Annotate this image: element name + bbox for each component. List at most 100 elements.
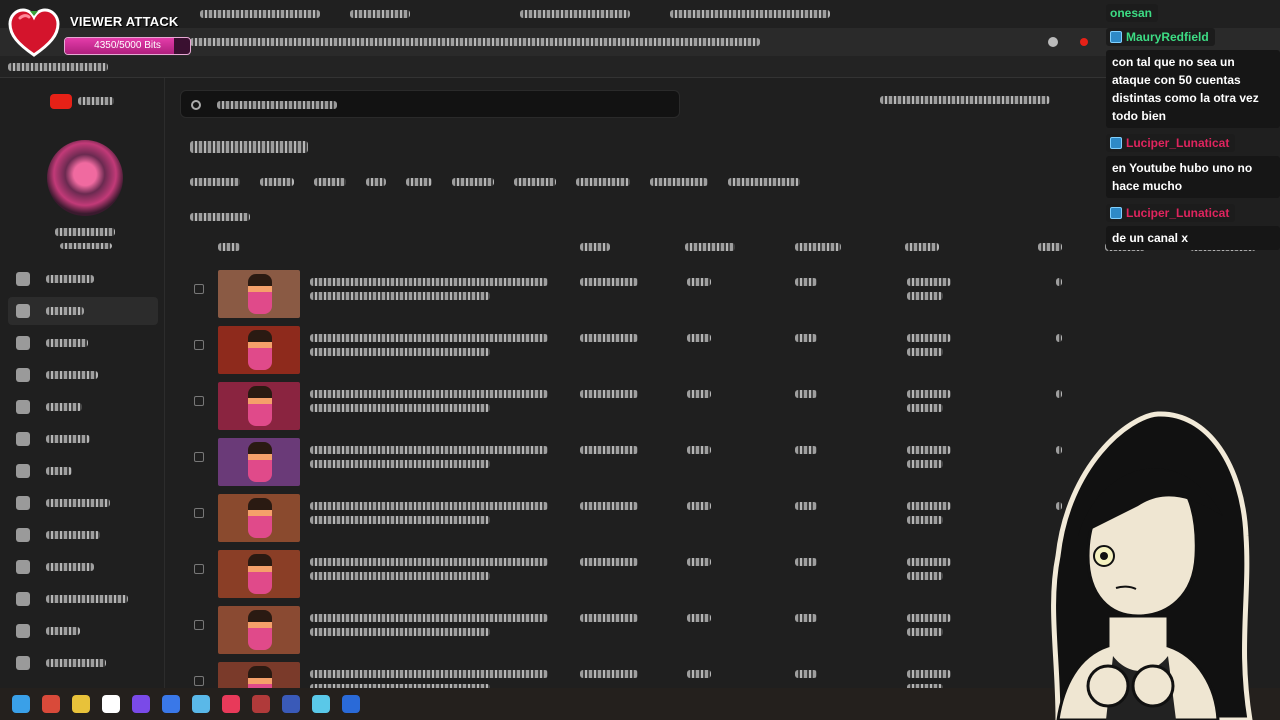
row-cell bbox=[310, 614, 548, 622]
sidebar-item[interactable] bbox=[8, 585, 158, 613]
taskbar-app-icon[interactable] bbox=[162, 695, 180, 713]
filter-bar[interactable] bbox=[190, 208, 250, 226]
taskbar-app-icon[interactable] bbox=[132, 695, 150, 713]
video-thumbnail[interactable] bbox=[218, 606, 300, 654]
taskbar-app-icon[interactable] bbox=[312, 695, 330, 713]
taskbar-app-icon[interactable] bbox=[192, 695, 210, 713]
chat-message-text: con tal que no sea un ataque con 50 cuen… bbox=[1106, 50, 1280, 128]
sidebar-item[interactable] bbox=[8, 457, 158, 485]
video-thumbnail[interactable] bbox=[218, 494, 300, 542]
taskbar-app-icon[interactable] bbox=[102, 695, 120, 713]
column-header[interactable] bbox=[685, 243, 735, 251]
sidebar-item[interactable] bbox=[8, 521, 158, 549]
row-checkbox[interactable] bbox=[194, 620, 204, 630]
row-cell bbox=[310, 348, 490, 356]
column-header[interactable] bbox=[1038, 243, 1062, 251]
chat-username[interactable]: onesan bbox=[1106, 4, 1159, 22]
chat-username[interactable]: MauryRedfield bbox=[1106, 28, 1215, 46]
row-checkbox[interactable] bbox=[194, 284, 204, 294]
row-cell bbox=[907, 670, 951, 678]
column-header[interactable] bbox=[218, 243, 240, 251]
column-header[interactable] bbox=[795, 243, 841, 251]
tab-item[interactable] bbox=[576, 178, 630, 186]
row-cell bbox=[907, 292, 943, 300]
video-thumbnail[interactable] bbox=[218, 438, 300, 486]
thumbnail-figure bbox=[248, 442, 272, 482]
subscriber-badge-icon bbox=[1110, 207, 1122, 219]
sidebar-item[interactable] bbox=[8, 425, 158, 453]
sidebar-item-icon bbox=[16, 624, 30, 638]
row-checkbox[interactable] bbox=[194, 676, 204, 686]
row-checkbox[interactable] bbox=[194, 396, 204, 406]
studio-search-input[interactable] bbox=[180, 90, 680, 118]
sidebar-item[interactable] bbox=[8, 649, 158, 677]
row-cell bbox=[310, 390, 548, 398]
row-checkbox[interactable] bbox=[194, 564, 204, 574]
row-cell bbox=[310, 516, 490, 524]
table-row[interactable] bbox=[190, 326, 1270, 382]
browser-tab[interactable] bbox=[670, 10, 830, 18]
thumbnail-figure bbox=[248, 554, 272, 594]
channel-subtitle bbox=[60, 243, 112, 249]
sidebar-item-icon bbox=[16, 496, 30, 510]
table-row[interactable] bbox=[190, 270, 1270, 326]
taskbar-app-icon[interactable] bbox=[342, 695, 360, 713]
tab-item[interactable] bbox=[190, 178, 240, 186]
taskbar-app-icon[interactable] bbox=[282, 695, 300, 713]
row-cell bbox=[580, 390, 638, 398]
studio-logo[interactable] bbox=[50, 93, 120, 109]
extension-icon[interactable] bbox=[1048, 37, 1058, 47]
bookmark-item[interactable] bbox=[8, 63, 108, 71]
chat-username[interactable]: Luciper_Lunaticat bbox=[1106, 204, 1236, 222]
taskbar-app-icon[interactable] bbox=[72, 695, 90, 713]
row-cell bbox=[580, 502, 638, 510]
video-thumbnail[interactable] bbox=[218, 382, 300, 430]
row-cell bbox=[1056, 390, 1062, 398]
sidebar-item[interactable] bbox=[8, 361, 158, 389]
channel-avatar[interactable] bbox=[47, 140, 123, 216]
sidebar-item[interactable] bbox=[8, 329, 158, 357]
taskbar-app-icon[interactable] bbox=[252, 695, 270, 713]
filter-label bbox=[190, 213, 250, 221]
record-icon[interactable] bbox=[1080, 38, 1088, 46]
tab-item[interactable] bbox=[260, 178, 294, 186]
video-thumbnail[interactable] bbox=[218, 550, 300, 598]
header-actions[interactable] bbox=[880, 96, 1050, 104]
channel-name bbox=[55, 228, 115, 236]
sidebar-item[interactable] bbox=[8, 265, 158, 293]
taskbar-app-icon[interactable] bbox=[12, 695, 30, 713]
taskbar-app-icon[interactable] bbox=[222, 695, 240, 713]
tab-item[interactable] bbox=[406, 178, 432, 186]
tab-item[interactable] bbox=[366, 178, 386, 186]
row-cell bbox=[907, 628, 943, 636]
sidebar-item[interactable] bbox=[8, 553, 158, 581]
browser-tab[interactable] bbox=[200, 10, 320, 18]
tab-item[interactable] bbox=[728, 178, 800, 186]
row-cell bbox=[687, 334, 711, 342]
browser-tab[interactable] bbox=[520, 10, 630, 18]
browser-address-bar[interactable] bbox=[0, 28, 1280, 56]
video-thumbnail[interactable] bbox=[218, 326, 300, 374]
chat-username[interactable]: Luciper_Lunaticat bbox=[1106, 134, 1236, 152]
row-checkbox[interactable] bbox=[194, 340, 204, 350]
video-thumbnail[interactable] bbox=[218, 270, 300, 318]
column-header[interactable] bbox=[580, 243, 610, 251]
sidebar-item-label bbox=[46, 563, 94, 571]
taskbar-app-icon[interactable] bbox=[42, 695, 60, 713]
row-cell bbox=[310, 460, 490, 468]
tab-item[interactable] bbox=[650, 178, 708, 186]
sidebar-item[interactable] bbox=[8, 617, 158, 645]
sidebar-item[interactable] bbox=[8, 393, 158, 421]
column-header[interactable] bbox=[905, 243, 939, 251]
sidebar-item-icon bbox=[16, 304, 30, 318]
row-checkbox[interactable] bbox=[194, 508, 204, 518]
row-checkbox[interactable] bbox=[194, 452, 204, 462]
row-cell bbox=[907, 278, 951, 286]
tab-item[interactable] bbox=[514, 178, 556, 186]
sidebar-item[interactable] bbox=[8, 489, 158, 517]
tab-item[interactable] bbox=[452, 178, 494, 186]
row-cell bbox=[310, 446, 548, 454]
tab-item[interactable] bbox=[314, 178, 346, 186]
browser-tab[interactable] bbox=[350, 10, 410, 18]
sidebar-item[interactable] bbox=[8, 297, 158, 325]
